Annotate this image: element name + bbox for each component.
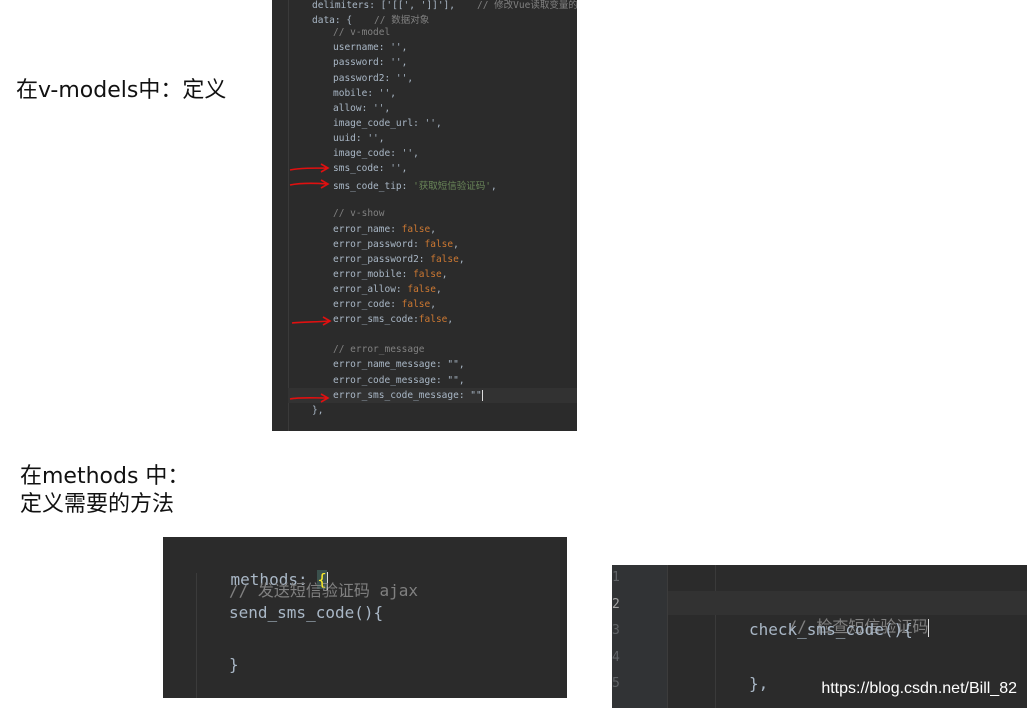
- arrow-sms-code-tip: [289, 179, 330, 189]
- code-line: error_sms_code:false,: [333, 314, 453, 325]
- code-token: allow: '',: [333, 102, 391, 114]
- code-line: error_mobile: false,: [333, 269, 447, 280]
- code-line: image_code: '',: [333, 148, 419, 159]
- code-token: error_sms_code_message: "": [333, 389, 482, 401]
- code-line: username: '',: [333, 42, 407, 53]
- line-number: 4: [612, 649, 620, 665]
- code-token: false: [401, 223, 431, 235]
- code-token: data: {: [312, 15, 353, 27]
- code-line: allow: '',: [333, 103, 390, 114]
- code-token: error_name_message: "",: [333, 359, 465, 371]
- code-line: error_password: false,: [333, 239, 459, 250]
- methods-note-line1: 在methods 中：: [20, 464, 190, 489]
- line-number: 3: [612, 623, 620, 638]
- arrow-error-sms-code: [291, 316, 332, 326]
- code-token: image_code_url: '',: [333, 117, 442, 129]
- code-comment: // error_message: [333, 344, 425, 356]
- arrow-error-sms-code-message: [289, 393, 330, 403]
- code-token: password2: '',: [333, 72, 414, 84]
- line-number: 2: [612, 596, 620, 612]
- code-token: ,: [430, 223, 436, 235]
- data-code-panel: delimiters: ['[[', ']]'], // 修改Vue读取变量的语法…: [272, 0, 577, 431]
- code-line: delimiters: ['[[', ']]'], // 修改Vue读取变量的语法: [312, 0, 577, 11]
- check-sms-close: },: [749, 674, 769, 693]
- code-token: sms_code: '',: [333, 163, 408, 175]
- code-line: error_password2: false,: [333, 254, 465, 265]
- code-token: error_mobile:: [333, 268, 414, 280]
- code-token: mobile: '',: [333, 87, 396, 99]
- code-token: false: [424, 238, 454, 250]
- code-line: sms_code: '',: [333, 163, 407, 174]
- code-token: false: [407, 283, 436, 295]
- code-token: error_code_message: "",: [333, 374, 465, 386]
- code-line: // v-model: [333, 27, 390, 38]
- text-caret: [481, 389, 483, 401]
- arrow-sms-code: [289, 163, 330, 173]
- code-token: ,: [458, 253, 465, 265]
- code-line: sms_code_tip: '获取短信验证码',: [333, 178, 497, 192]
- check-sms-function: check_sms_code(){: [749, 620, 913, 639]
- code-token: '获取短信验证码': [413, 181, 492, 193]
- code-token: error_password:: [333, 238, 425, 250]
- methods-code-panel: methods: { // 发送短信验证码 ajax send_sms_code…: [163, 537, 567, 698]
- watermark: https://blog.csdn.net/Bill_82: [821, 680, 1017, 697]
- code-line: image_code_url: '',: [333, 118, 442, 129]
- code-token: error_allow:: [333, 283, 408, 295]
- send-sms-function: send_sms_code(){: [229, 603, 384, 622]
- code-comment: // 修改Vue读取变量的语法: [477, 0, 577, 11]
- code-token: ,: [453, 238, 459, 250]
- text-caret: [928, 618, 930, 637]
- code-token: ,: [447, 314, 454, 326]
- code-token: ,: [430, 299, 436, 310]
- vmodels-note: 在v-models中：定义: [16, 78, 227, 103]
- code-token: ,: [441, 268, 448, 280]
- code-line: },: [312, 405, 323, 416]
- indent-guide: [715, 565, 716, 708]
- code-token: sms_code_tip:: [333, 181, 414, 193]
- code-line: error_sms_code_message: "": [333, 389, 483, 401]
- code-line: error_name_message: "",: [333, 359, 465, 370]
- code-token: ,: [491, 181, 497, 193]
- code-token: error_password2:: [333, 253, 431, 265]
- code-token: username: '',: [333, 42, 408, 54]
- code-comment: // v-show: [333, 208, 385, 220]
- code-token: error_sms_code:: [333, 314, 419, 326]
- editor-gutter: [272, 0, 289, 431]
- send-sms-close: }: [229, 655, 239, 674]
- check-code-panel: 12345 // 检查短信验证码 check_sms_code(){ }, ht…: [612, 565, 1027, 708]
- code-line: mobile: '',: [333, 88, 396, 99]
- code-token: image_code: '',: [333, 148, 419, 159]
- code-line: // error_message: [333, 344, 425, 355]
- code-token: error_name:: [333, 223, 402, 235]
- code-token: false: [430, 253, 459, 265]
- code-token: uuid: '',: [333, 132, 385, 144]
- code-line: data: { // 数据对象: [312, 12, 429, 26]
- code-line: password2: '',: [333, 73, 413, 84]
- code-line: error_code: false,: [333, 299, 436, 310]
- code-line: error_name: false,: [333, 224, 436, 235]
- code-line: // v-show: [333, 208, 384, 219]
- code-line: password: '',: [333, 57, 407, 68]
- code-token: password: '',: [333, 57, 408, 69]
- code-line: error_code_message: "",: [333, 375, 465, 386]
- code-comment: // v-model: [333, 27, 391, 39]
- code-token: false: [401, 299, 431, 310]
- line-number: 5: [612, 676, 620, 691]
- code-token: delimiters: ['[[', ']]'],: [312, 0, 455, 11]
- code-token: ,: [435, 283, 442, 295]
- methods-note-line2: 定义需要的方法: [20, 492, 175, 517]
- code-token: error_code:: [333, 299, 402, 310]
- line-number: 1: [612, 570, 620, 585]
- code-token: false: [418, 314, 448, 326]
- code-token: false: [413, 268, 442, 280]
- code-token: },: [312, 404, 324, 416]
- code-line: error_allow: false,: [333, 284, 442, 295]
- line-number-gutter: [612, 565, 668, 708]
- code-comment: // 数据对象: [374, 15, 430, 27]
- send-sms-comment: // 发送短信验证码 ajax: [229, 581, 419, 600]
- code-line: uuid: '',: [333, 133, 384, 144]
